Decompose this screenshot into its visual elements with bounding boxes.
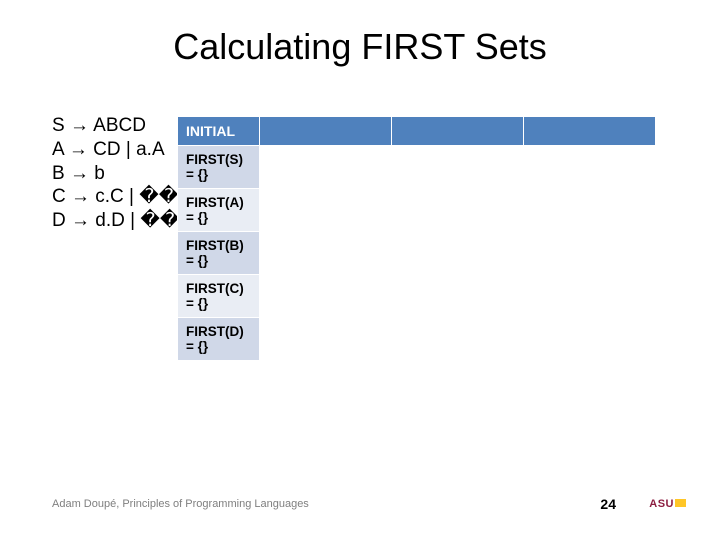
table-row: FIRST(D) = {} xyxy=(178,318,656,361)
col-header-blank xyxy=(524,117,656,146)
col-header-blank xyxy=(260,117,392,146)
cell-value: = {} xyxy=(186,296,251,311)
table-row: FIRST(A) = {} xyxy=(178,189,656,232)
cell-value: = {} xyxy=(186,339,251,354)
col-header-blank xyxy=(392,117,524,146)
slide-title: Calculating FIRST Sets xyxy=(0,0,720,68)
cell-first-b: FIRST(B) = {} xyxy=(178,232,260,275)
cell-value: = {} xyxy=(186,167,251,182)
col-header-initial: INITIAL xyxy=(178,117,260,146)
asu-logo: ASU xyxy=(649,498,686,510)
grammar-block: S → ABCD A → CD | a.A B → b C → c.C | ��… xyxy=(52,114,179,233)
grammar-line: A → CD | a.A xyxy=(52,138,179,162)
table-row: FIRST(B) = {} xyxy=(178,232,656,275)
table-row: FIRST(S) = {} xyxy=(178,146,656,189)
logo-bar-icon xyxy=(675,499,686,507)
footer-text: Adam Doupé, Principles of Programming La… xyxy=(52,498,309,510)
grammar-line: S → ABCD xyxy=(52,114,179,138)
cell-first-a: FIRST(A) = {} xyxy=(178,189,260,232)
grammar-line: B → b xyxy=(52,162,179,186)
cell-value: = {} xyxy=(186,253,251,268)
cell-label: FIRST(S) xyxy=(186,152,251,167)
cell-label: FIRST(A) xyxy=(186,195,251,210)
table-header-row: INITIAL xyxy=(178,117,656,146)
grammar-line: C → c.C | �� xyxy=(52,185,179,209)
page-number: 24 xyxy=(600,496,616,512)
slide: Calculating FIRST Sets S → ABCD A → CD |… xyxy=(0,0,720,540)
table: INITIAL FIRST(S) = {} FIRST(A) = {} xyxy=(177,116,656,361)
grammar-line: D → d.D | �� xyxy=(52,209,179,233)
cell-first-c: FIRST(C) = {} xyxy=(178,275,260,318)
logo-text: ASU xyxy=(649,498,674,510)
first-sets-table: INITIAL FIRST(S) = {} FIRST(A) = {} xyxy=(177,116,656,361)
cell-label: FIRST(C) xyxy=(186,281,251,296)
cell-label: FIRST(B) xyxy=(186,238,251,253)
cell-first-d: FIRST(D) = {} xyxy=(178,318,260,361)
table-row: FIRST(C) = {} xyxy=(178,275,656,318)
cell-value: = {} xyxy=(186,210,251,225)
cell-label: FIRST(D) xyxy=(186,324,251,339)
cell-first-s: FIRST(S) = {} xyxy=(178,146,260,189)
